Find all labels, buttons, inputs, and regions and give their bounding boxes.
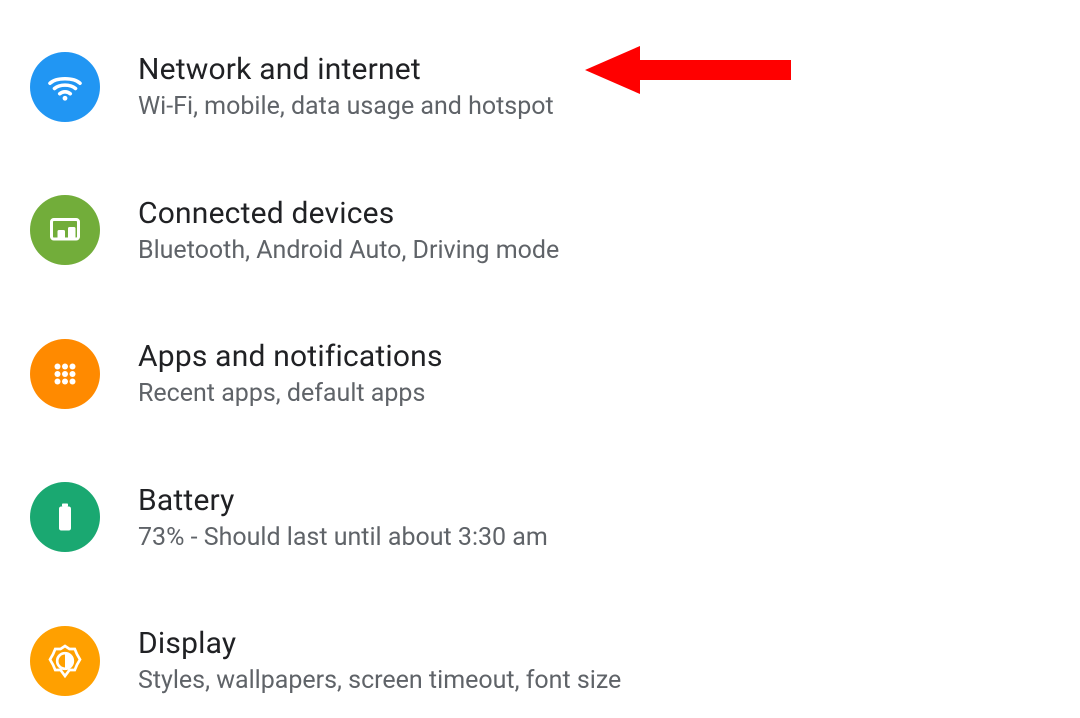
settings-item-subtitle: Styles, wallpapers, screen timeout, font… [138,665,621,698]
settings-item-title: Network and internet [138,50,554,89]
settings-item-display[interactable]: Display Styles, wallpapers, screen timeo… [30,604,1080,718]
settings-item-subtitle: Bluetooth, Android Auto, Driving mode [138,235,559,268]
settings-item-subtitle: 73% - Should last until about 3:30 am [138,522,548,555]
settings-item-network[interactable]: Network and internet Wi-Fi, mobile, data… [30,30,1080,144]
settings-item-title: Battery [138,481,548,520]
battery-icon [30,482,100,552]
settings-item-text: Connected devices Bluetooth, Android Aut… [138,194,559,268]
settings-item-battery[interactable]: Battery 73% - Should last until about 3:… [30,461,1080,575]
settings-item-text: Network and internet Wi-Fi, mobile, data… [138,50,554,124]
settings-item-title: Display [138,624,621,663]
settings-item-text: Battery 73% - Should last until about 3:… [138,481,548,555]
settings-item-title: Apps and notifications [138,337,443,376]
settings-item-subtitle: Recent apps, default apps [138,378,443,411]
settings-item-connected-devices[interactable]: Connected devices Bluetooth, Android Aut… [30,174,1080,288]
settings-list: Network and internet Wi-Fi, mobile, data… [0,0,1080,718]
wifi-icon [30,52,100,122]
settings-item-text: Display Styles, wallpapers, screen timeo… [138,624,621,698]
apps-icon [30,339,100,409]
display-icon [30,626,100,696]
settings-item-apps[interactable]: Apps and notifications Recent apps, defa… [30,317,1080,431]
settings-item-title: Connected devices [138,194,559,233]
settings-item-subtitle: Wi-Fi, mobile, data usage and hotspot [138,91,554,124]
devices-icon [30,195,100,265]
settings-item-text: Apps and notifications Recent apps, defa… [138,337,443,411]
